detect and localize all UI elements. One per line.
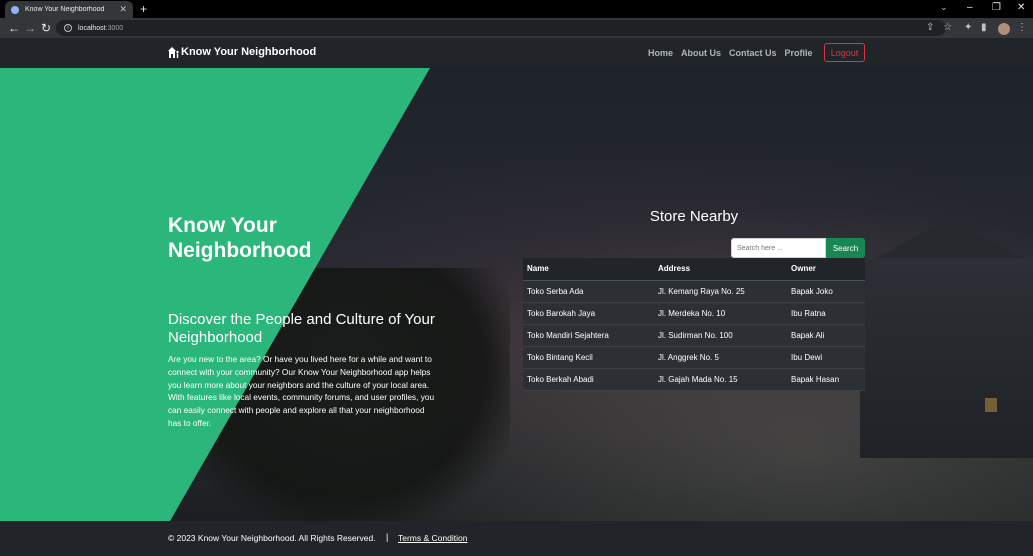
table-row: Toko Bintang Kecil Jl. Anggrek No. 5 Ibu… [523, 346, 865, 369]
share-icon[interactable]: ⇪ [926, 22, 934, 34]
search-button[interactable]: Search [826, 238, 865, 258]
url-host: localhost [78, 24, 106, 32]
forward-arrow-icon[interactable]: → [24, 21, 36, 35]
logout-button[interactable]: Logout [824, 43, 865, 62]
store-address-cell: Jl. Sudirman No. 100 [654, 324, 787, 347]
store-name-cell: Toko Serba Ada [523, 280, 654, 303]
store-search-input[interactable] [731, 238, 826, 258]
store-name-cell: Toko Bintang Kecil [523, 346, 654, 369]
column-header-owner: Owner [787, 258, 865, 281]
browser-tab[interactable]: Know Your Neighborhood ✕ [5, 1, 133, 18]
store-owner-cell: Bapak Joko [787, 280, 865, 303]
restore-icon[interactable]: ❐ [992, 1, 1001, 15]
hero-description: Are you new to the area? Or have you liv… [168, 354, 435, 428]
nav-link-about[interactable]: About Us [681, 48, 721, 58]
side-panel-icon[interactable]: ▮ [981, 22, 987, 34]
footer-copyright: © 2023 Know Your Neighborhood. All Right… [168, 533, 376, 543]
store-name-cell: Toko Berkah Abadi [523, 368, 654, 391]
store-name-cell: Toko Barokah Jaya [523, 302, 654, 325]
hero-title: Know Your Neighborhood [168, 214, 312, 262]
house-person-icon [168, 47, 179, 58]
nav-links: Home About Us Contact Us Profile [648, 48, 813, 58]
window-close-icon[interactable]: ✕ [1017, 1, 1025, 15]
browser-tabstrip: Know Your Neighborhood ✕ + ⌄ – ❐ ✕ [0, 0, 1033, 18]
table-header-row: Name Address Owner [523, 258, 865, 281]
address-bar-row: ← → ↻ i localhost:3000 ⇪ ☆ ✦ ▮ ⋮ [0, 18, 1033, 38]
table-row: Toko Mandiri Sejahtera Jl. Sudirman No. … [523, 324, 865, 347]
store-owner-cell: Bapak Ali [787, 324, 865, 347]
hero-background-window [985, 398, 997, 412]
chevron-down-icon[interactable]: ⌄ [940, 2, 948, 13]
extensions-puzzle-icon[interactable]: ✦ [964, 22, 972, 34]
page: Know Your Neighborhood Home About Us Con… [0, 38, 1033, 556]
store-address-cell: Jl. Merdeka No. 10 [654, 302, 787, 325]
tab-title: Know Your Neighborhood [25, 6, 105, 13]
table-row: Toko Serba Ada Jl. Kemang Raya No. 25 Ba… [523, 280, 865, 303]
store-owner-cell: Ibu Ratna [787, 302, 865, 325]
store-address-cell: Jl. Kemang Raya No. 25 [654, 280, 787, 303]
url-port: :3000 [105, 24, 124, 32]
hero-subtitle: Discover the People and Culture of Your … [168, 311, 435, 346]
minimize-icon[interactable]: – [967, 1, 973, 15]
globe-icon [11, 5, 19, 14]
store-table: Name Address Owner Toko Serba Ada Jl. Ke… [523, 258, 865, 391]
table-row: Toko Berkah Abadi Jl. Gajah Mada No. 15 … [523, 368, 865, 391]
store-nearby-title: Store Nearby [649, 208, 739, 225]
hero-section: Know Your Neighborhood Discover the Peop… [0, 68, 1033, 521]
column-header-name: Name [523, 258, 654, 281]
new-tab-button[interactable]: + [140, 2, 147, 16]
site-footer: © 2023 Know Your Neighborhood. All Right… [0, 521, 1033, 556]
site-navbar: Know Your Neighborhood Home About Us Con… [0, 38, 1033, 68]
table-row: Toko Barokah Jaya Jl. Merdeka No. 10 Ibu… [523, 302, 865, 325]
hero-background-house [860, 258, 1033, 458]
store-owner-cell: Bapak Hasan [787, 368, 865, 391]
brand-name: Know Your Neighborhood [181, 46, 317, 58]
nav-link-contact[interactable]: Contact Us [729, 48, 777, 58]
store-address-cell: Jl. Anggrek No. 5 [654, 346, 787, 369]
reload-icon[interactable]: ↻ [41, 21, 51, 35]
store-address-cell: Jl. Gajah Mada No. 15 [654, 368, 787, 391]
bookmark-star-icon[interactable]: ☆ [943, 22, 952, 34]
column-header-address: Address [654, 258, 787, 281]
more-menu-icon[interactable]: ⋮ [1017, 22, 1027, 34]
back-arrow-icon[interactable]: ← [8, 21, 20, 35]
store-owner-cell: Ibu Dewi [787, 346, 865, 369]
profile-avatar[interactable] [998, 23, 1010, 35]
site-info-icon[interactable]: i [64, 24, 72, 32]
brand[interactable]: Know Your Neighborhood [168, 46, 316, 58]
nav-link-profile[interactable]: Profile [785, 48, 813, 58]
url-text: localhost:3000 [78, 25, 123, 32]
store-name-cell: Toko Mandiri Sejahtera [523, 324, 654, 347]
close-tab-icon[interactable]: ✕ [119, 5, 127, 14]
terms-link[interactable]: Terms & Condition [398, 533, 467, 543]
footer-separator: | [386, 532, 389, 542]
url-field[interactable]: i localhost:3000 [56, 20, 946, 36]
nav-link-home[interactable]: Home [648, 48, 673, 58]
